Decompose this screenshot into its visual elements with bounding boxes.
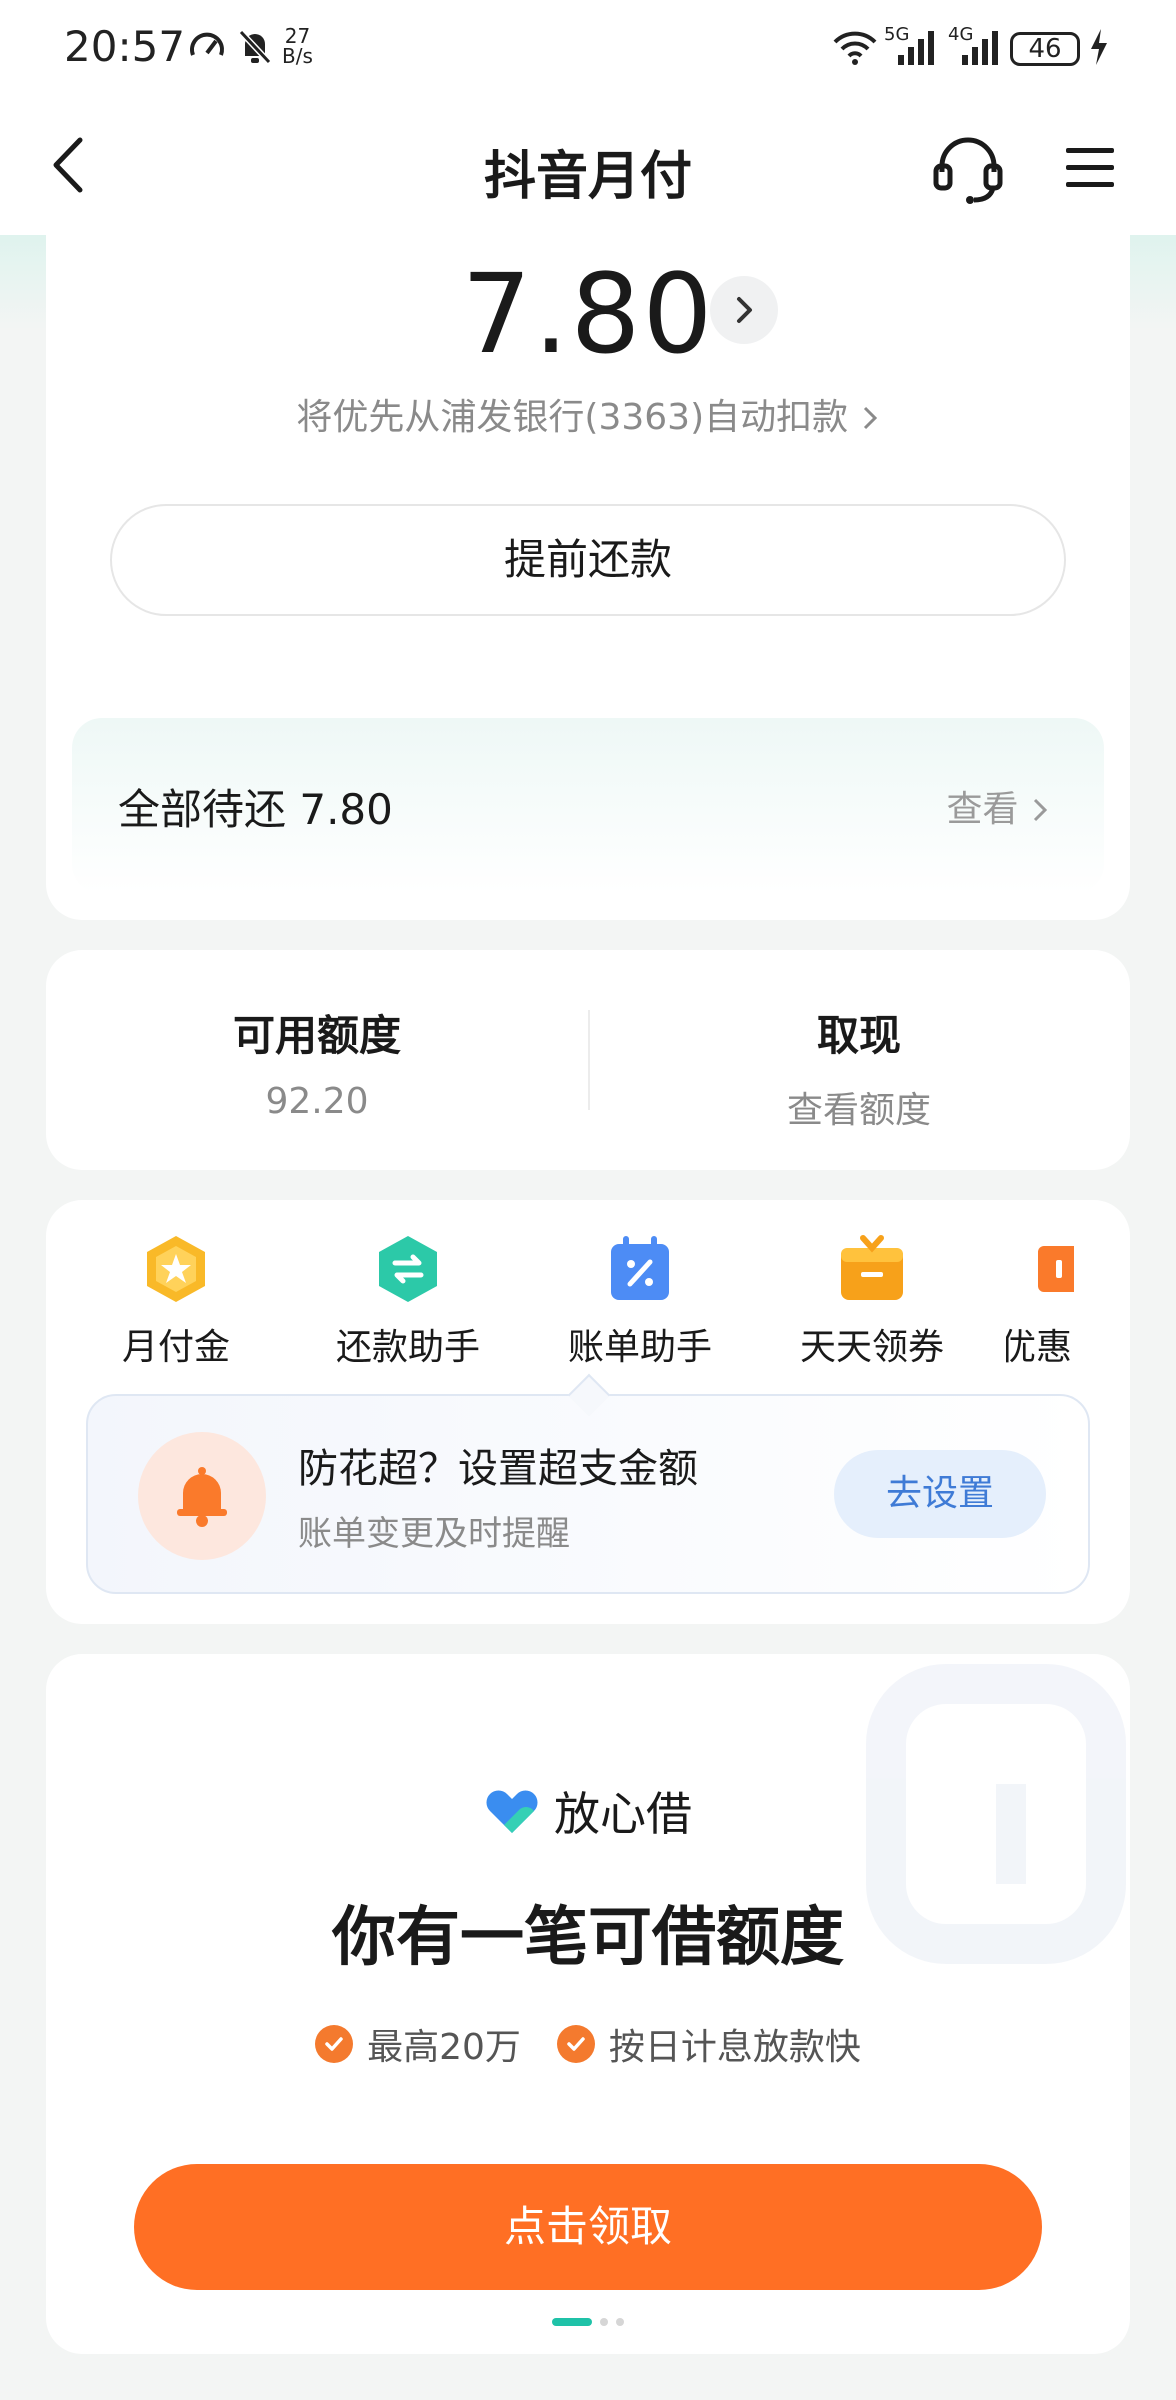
battery-indicator: 46 (1010, 32, 1080, 66)
pending-total-label: 全部待还 7.80 (118, 785, 393, 834)
benefit-item: 按日计息放款快 (556, 2018, 861, 2070)
tool-label: 月付金 (121, 1327, 230, 1368)
view-link[interactable]: 查看 (947, 780, 1050, 832)
brand-row: 放心借 (46, 1778, 1130, 1844)
heart-logo-icon (484, 1785, 540, 1837)
tool-label: 账单助手 (567, 1327, 712, 1368)
bell-icon (138, 1432, 266, 1560)
autopay-link[interactable]: 将优先从浦发银行(3363)自动扣款 (46, 388, 1130, 440)
carousel-dot-active (552, 2318, 592, 2326)
nav-bar: 抖音月付 (0, 100, 1176, 235)
coupon-icon (1034, 1234, 1074, 1304)
speed-unit: B/s (282, 44, 313, 68)
tool-label: 优惠 (1006, 1327, 1073, 1368)
tool-repay-assistant[interactable]: 还款助手 (308, 1234, 508, 1370)
tool-discount[interactable]: 优惠 (1006, 1234, 1130, 1370)
chevron-right-icon (863, 406, 877, 430)
mute-bell-icon (234, 24, 276, 70)
carousel-dot (600, 2318, 608, 2326)
loan-promo-card: 放心借 你有一笔可借额度 最高20万 按日计息放款快 点击领取 (46, 1654, 1130, 2354)
autopay-text: 将优先从浦发银行(3363)自动扣款 (296, 397, 849, 438)
headset-icon[interactable] (930, 130, 1006, 206)
tool-yuefujin[interactable]: 月付金 (76, 1234, 276, 1370)
amount-row: 7.80 (46, 250, 1130, 378)
check-icon (315, 2025, 354, 2063)
tool-label: 天天领券 (799, 1327, 944, 1368)
network-speed: 27 B/s (282, 26, 313, 66)
tools-card: 月付金 还款助手 账单助手 天天领券 优惠 防花超？设置超支金额 账单变更及时提… (46, 1200, 1130, 1624)
status-bar: 20:57 27 B/s 5G 4G 46 (0, 0, 1176, 100)
menu-icon[interactable] (1064, 144, 1116, 190)
star-hexagon-icon (141, 1234, 211, 1304)
net-4g-label: 4G (948, 24, 974, 45)
overspend-reminder[interactable]: 防花超？设置超支金额 账单变更及时提醒 去设置 (86, 1394, 1090, 1594)
gift-icon (837, 1234, 907, 1304)
signal-4g-icon: 4G (948, 24, 1004, 70)
tool-daily-coupon[interactable]: 天天领券 (772, 1234, 972, 1370)
amount-detail-button[interactable] (710, 276, 778, 344)
tool-bill-assistant[interactable]: 账单助手 (540, 1234, 740, 1370)
reminder-title: 防花超？设置超支金额 (298, 1446, 698, 1492)
carousel-indicator (46, 2318, 1130, 2326)
brand-name: 放心借 (554, 1787, 692, 1841)
withdraw-sub: 查看额度 (786, 1090, 931, 1131)
speed-value: 27 (284, 24, 311, 48)
status-time: 20:57 (64, 22, 186, 71)
carousel-dot (616, 2318, 624, 2326)
benefit-list: 最高20万 按日计息放款快 (46, 2018, 1130, 2070)
setup-button[interactable]: 去设置 (834, 1450, 1046, 1538)
claim-button[interactable]: 点击领取 (134, 2164, 1042, 2290)
view-text: 查看 (946, 789, 1019, 830)
percent-calendar-icon (605, 1234, 675, 1304)
reminder-subtitle: 账单变更及时提醒 (298, 1514, 570, 1554)
chevron-right-icon (1033, 798, 1048, 822)
tool-label: 还款助手 (335, 1327, 480, 1368)
speedometer-icon (184, 24, 230, 70)
pending-total-row[interactable]: 全部待还 7.80 查看 (72, 718, 1104, 894)
early-repay-button[interactable]: 提前还款 (110, 504, 1066, 616)
withdraw-title: 取现 (816, 1011, 901, 1060)
credit-card: 可用额度 92.20 取现 查看额度 (46, 950, 1130, 1170)
bill-amount: 7.80 (461, 250, 715, 378)
swap-hexagon-icon (373, 1234, 443, 1304)
offer-title: 你有一笔可借额度 (332, 1901, 844, 1975)
wifi-icon (830, 24, 880, 70)
signal-5g-icon: 5G (884, 24, 940, 70)
withdraw-cash[interactable]: 取现 查看额度 (588, 1002, 1130, 1133)
available-credit-value: 92.20 (265, 1081, 369, 1122)
available-credit[interactable]: 可用额度 92.20 (46, 1002, 588, 1122)
net-5g-label: 5G (884, 24, 910, 45)
check-icon (556, 2025, 595, 2063)
chevron-right-icon (737, 297, 752, 323)
benefit-label: 按日计息放款快 (608, 2027, 861, 2068)
available-credit-title: 可用额度 (232, 1011, 401, 1060)
charging-icon (1088, 24, 1110, 70)
benefit-item: 最高20万 (315, 2018, 521, 2070)
benefit-label: 最高20万 (367, 2027, 521, 2068)
bill-card: 7.80 将优先从浦发银行(3363)自动扣款 提前还款 全部待还 7.80 查… (46, 220, 1130, 920)
